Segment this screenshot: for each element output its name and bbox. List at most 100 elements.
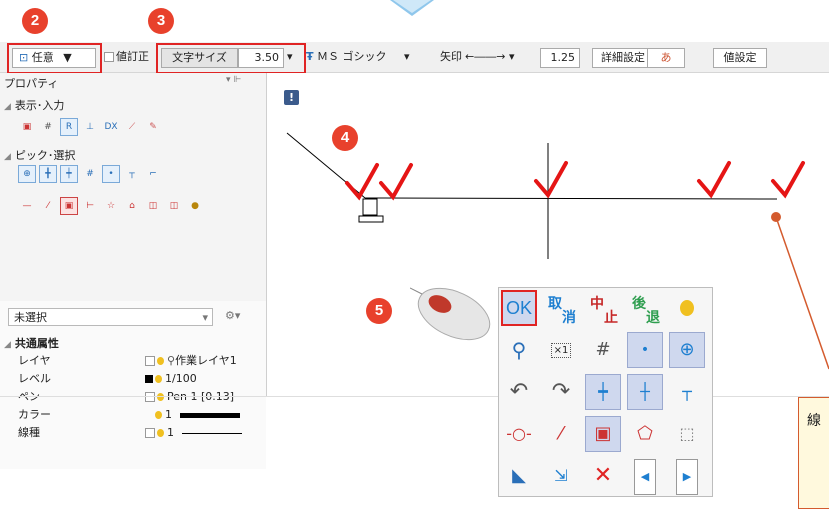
step-badge-3: 3 (148, 8, 174, 34)
filter-icon[interactable]: ⚙▾ (225, 309, 240, 322)
intersection-snap-icon[interactable]: ┿ (585, 374, 621, 410)
leader-line (775, 216, 829, 370)
mode-dropdown[interactable]: ⊡ 任意 ▼ (12, 48, 96, 68)
grid-icon[interactable]: # (39, 118, 57, 136)
select-join-icon[interactable]: ⊢ (81, 197, 99, 215)
selection-dropdown[interactable]: 未選択 ▾ (8, 308, 213, 326)
attr-value-linetype-text: 1 (167, 426, 174, 439)
step-badge-4: 4 (332, 125, 358, 151)
line-pick-icon[interactable]: -○- (501, 416, 537, 452)
select-frame2-icon[interactable]: ◫ (165, 197, 183, 215)
abort-button[interactable]: 中 止 (585, 290, 621, 326)
chevron-right-icon: ▶ (675, 459, 699, 495)
arrow-corner-icon[interactable]: ◣ (501, 458, 537, 494)
r-icon[interactable]: R (60, 118, 78, 136)
arrow-size-input[interactable]: 1.25 (540, 48, 580, 68)
dxy-icon[interactable]: DX (102, 118, 120, 136)
text-cursor-icon (358, 198, 384, 223)
attr-value-linetype[interactable]: 1 (145, 425, 242, 441)
undo-icon[interactable]: ↶ (501, 374, 537, 410)
bulb-icon (680, 300, 694, 316)
attr-label-level: レベル (18, 372, 51, 385)
textsize-label: 文字サイズ (161, 48, 238, 68)
attr-label-color: カラー (18, 408, 51, 421)
panel-pin-icon[interactable]: ▾ ⊩ (226, 75, 241, 85)
close-icon[interactable]: ✕ (585, 458, 621, 494)
horizontal-line (364, 197, 778, 200)
section-pick-select[interactable]: ◢ ピック･選択 (4, 147, 75, 163)
polygon-pick-icon[interactable]: ⬠ (627, 416, 663, 452)
cross-pick-icon[interactable]: ⁄ (543, 416, 579, 452)
pick-end-icon[interactable]: ⌐ (144, 165, 162, 183)
perpendicular-snap-icon[interactable]: ┬ (669, 374, 705, 410)
attr-value-level[interactable]: 1/100 (145, 371, 197, 387)
font-label: ＭＳ ゴシック (317, 50, 387, 63)
search-icon: ⚲ (167, 354, 176, 367)
section-display-label: 表示･入力 (14, 99, 65, 112)
next-button[interactable]: ▶ (669, 458, 705, 495)
attr-label-linetype: 線種 (18, 426, 40, 439)
pick-grid-icon[interactable]: # (81, 165, 99, 183)
check-icon (379, 163, 413, 201)
arrow-label: 矢印 (440, 50, 462, 63)
font-dropdown[interactable]: Ŧ ＭＳ ゴシック ▾ (306, 48, 426, 66)
value-correct-checkbox[interactable]: 値訂正 (104, 48, 149, 66)
select-star-icon[interactable]: ☆ (102, 197, 120, 215)
redo-icon[interactable]: ↷ (543, 374, 579, 410)
pen-icon[interactable]: ✎ (144, 118, 162, 136)
zoom-search-icon[interactable]: ⚲ (501, 332, 537, 368)
flow-arrow-fill (393, 0, 431, 13)
layer-icon[interactable]: ▣ (18, 118, 36, 136)
attr-value-layer[interactable]: ⚲作業レイヤ1 (145, 353, 237, 369)
font-color-button[interactable]: あ (647, 48, 685, 68)
midpoint-snap-icon[interactable]: ┼ (627, 374, 663, 410)
textsize-input[interactable]: 3.50 (238, 48, 284, 68)
prev-button[interactable]: ◀ (627, 458, 663, 495)
common-attr-header[interactable]: ◢ 共通属性 (4, 335, 59, 351)
point-snap-icon[interactable]: • (627, 332, 663, 368)
wrap-icon[interactable]: ⇲ (543, 458, 579, 494)
detail-settings-button[interactable]: 詳細設定 (592, 48, 654, 68)
arrow-style-dropdown[interactable]: ←――→ ▾ (465, 48, 525, 66)
selection-value: 未選択 (14, 311, 47, 324)
select-frame-icon[interactable]: ◫ (144, 197, 162, 215)
lasso-pick-icon[interactable]: ⬚ (669, 416, 705, 452)
back-label-top: 後 (632, 296, 646, 312)
pick-dot-icon[interactable]: • (102, 165, 120, 183)
attr-value-level-text: 1/100 (165, 372, 197, 385)
pick-mid-icon[interactable]: ┿ (60, 165, 78, 183)
ok-button[interactable]: OK (501, 290, 537, 326)
attr-label-pen: ペン (18, 390, 40, 403)
chevron-down-icon[interactable]: ▾ (287, 48, 293, 66)
snap-line-icon[interactable]: ⊥ (81, 118, 99, 136)
note-callout: 線 (798, 397, 829, 509)
rect-pick-icon[interactable]: ▣ (585, 416, 621, 452)
value-settings-button[interactable]: 値設定 (713, 48, 767, 68)
color-swatch (180, 412, 240, 418)
center-snap-icon[interactable]: ⊕ (669, 332, 705, 368)
select-line-icon[interactable]: — (18, 197, 36, 215)
select-rect-icon[interactable]: ▣ (60, 197, 78, 215)
checkbox-box (145, 392, 155, 402)
attr-value-color[interactable]: 1 (145, 407, 240, 423)
section-display-input[interactable]: ◢ 表示･入力 (4, 97, 64, 113)
scale-x1-button[interactable]: ×1 (543, 332, 579, 368)
chevron-left-icon: ◀ (633, 459, 657, 495)
undo-step-button[interactable]: 後 退 (627, 290, 663, 326)
attr-value-pen[interactable]: Pen 1 [0.13] (145, 389, 234, 405)
grid-snap-icon[interactable]: # (585, 332, 621, 368)
select-cross-icon[interactable]: ⁄ (39, 197, 57, 215)
pick-point-icon[interactable]: ⊕ (18, 165, 36, 183)
select-poly-icon[interactable]: ⌂ (123, 197, 141, 215)
select-bag-icon[interactable]: ● (186, 197, 204, 215)
wand-icon[interactable]: ⟋ (123, 118, 141, 136)
stop-label-top: 中 (590, 296, 604, 312)
pick-cross-icon[interactable]: ╋ (39, 165, 57, 183)
level-square-icon (145, 375, 153, 383)
bulb-icon (155, 375, 162, 383)
cancel-button[interactable]: 取 消 (543, 290, 579, 326)
back-label-bottom: 退 (646, 310, 660, 326)
checkbox-box (145, 356, 155, 366)
bulb-button[interactable] (669, 290, 705, 326)
pick-perp-icon[interactable]: ┬ (123, 165, 141, 183)
